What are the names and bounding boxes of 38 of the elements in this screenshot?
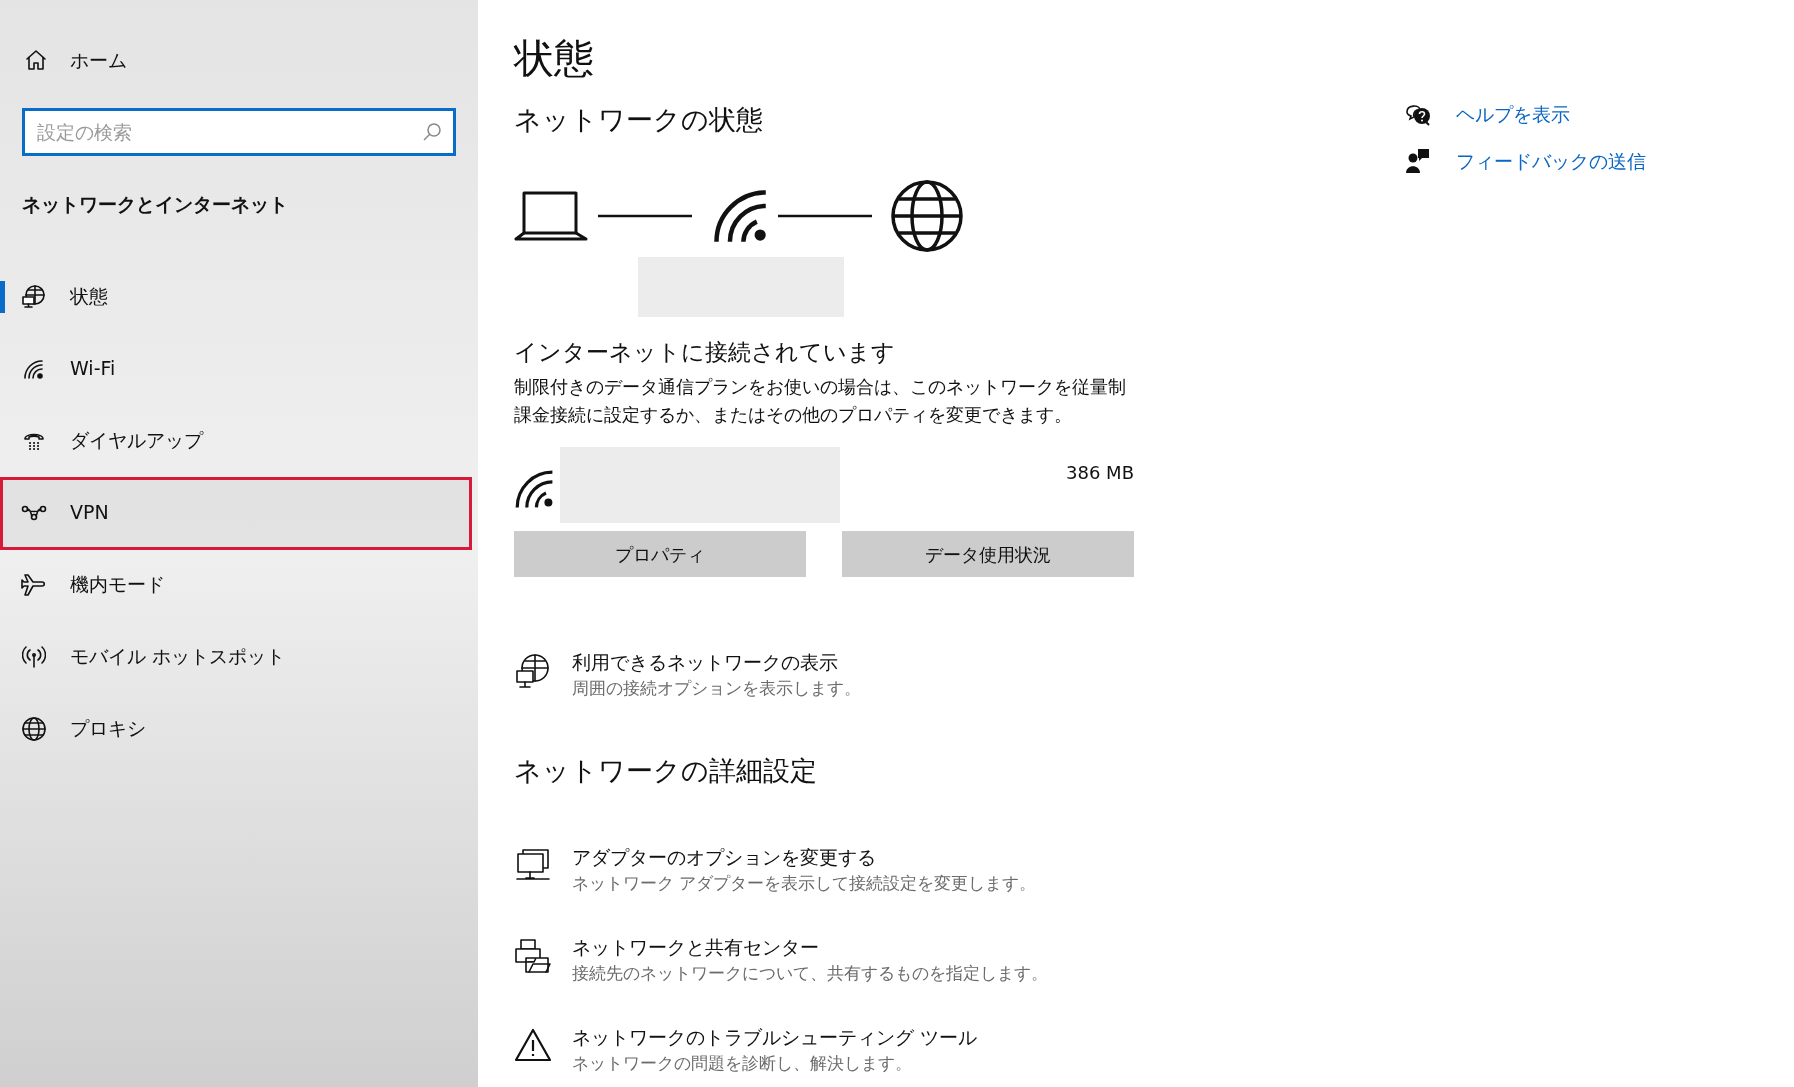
antenna-icon	[22, 644, 46, 669]
data-usage: 386 MB	[1066, 461, 1134, 485]
chat-help-icon	[1405, 102, 1431, 127]
search-icon	[422, 122, 442, 142]
description: 制限付きのデータ通信プランをお使いの場合は、このネットワークを従量制課金接続に設定するか、またはその他のプロパティを変更できます。	[514, 375, 1127, 427]
airplane-icon	[21, 572, 47, 597]
home-icon	[24, 48, 48, 72]
nav-item[interactable]: 機内モード	[0, 548, 478, 621]
nav-item[interactable]: VPN	[0, 476, 478, 549]
action-button[interactable]: プロパティ	[514, 531, 806, 577]
wifi-icon	[712, 187, 768, 244]
help-link[interactable]: ヘルプを表示	[1456, 100, 1570, 129]
settings-link[interactable]: 利用できるネットワークの表示 周囲の接続オプションを表示します。	[572, 649, 861, 701]
action-button[interactable]: データ使用状況	[842, 531, 1134, 577]
page-title: 状態	[514, 34, 595, 83]
globe-monitor-icon	[21, 283, 47, 310]
section-heading: ネットワークの詳細設定	[514, 754, 818, 788]
nav-item[interactable]: モバイル ホットスポット	[0, 620, 478, 693]
help-link[interactable]: フィードバックの送信	[1456, 146, 1646, 175]
printer-folder-icon	[514, 937, 552, 976]
connection-status: インターネットに接続されています	[514, 337, 896, 367]
nav-item[interactable]: ダイヤルアップ	[0, 404, 478, 477]
section-title: ネットワークとインターネット	[21, 192, 289, 217]
settings-link[interactable]: ネットワークと共有センター 接続先のネットワークについて、共有するものを指定します。	[572, 933, 1048, 986]
settings-link[interactable]: アダプターのオプションを変更する ネットワーク アダプターを表示して接続設定を変更します。	[572, 843, 1037, 896]
nav-item[interactable]: Wi-Fi	[0, 332, 478, 405]
section-heading: ネットワークの状態	[514, 103, 764, 137]
warning-icon	[514, 1027, 552, 1062]
search-field[interactable]: 設定の検索	[22, 108, 456, 156]
settings-link[interactable]: ネットワークのトラブルシューティング ツール ネットワークの問題を診断し、解決します。	[572, 1023, 978, 1076]
globe-monitor-icon	[515, 653, 551, 691]
globe-icon	[890, 178, 964, 253]
person-feedback-icon	[1406, 147, 1430, 174]
nav-item[interactable]: 状態	[0, 260, 478, 333]
globe-icon	[21, 715, 47, 742]
wifi-icon	[514, 469, 554, 509]
nav-item[interactable]: プロキシ	[0, 692, 478, 765]
home-link[interactable]: ホーム	[24, 45, 127, 75]
